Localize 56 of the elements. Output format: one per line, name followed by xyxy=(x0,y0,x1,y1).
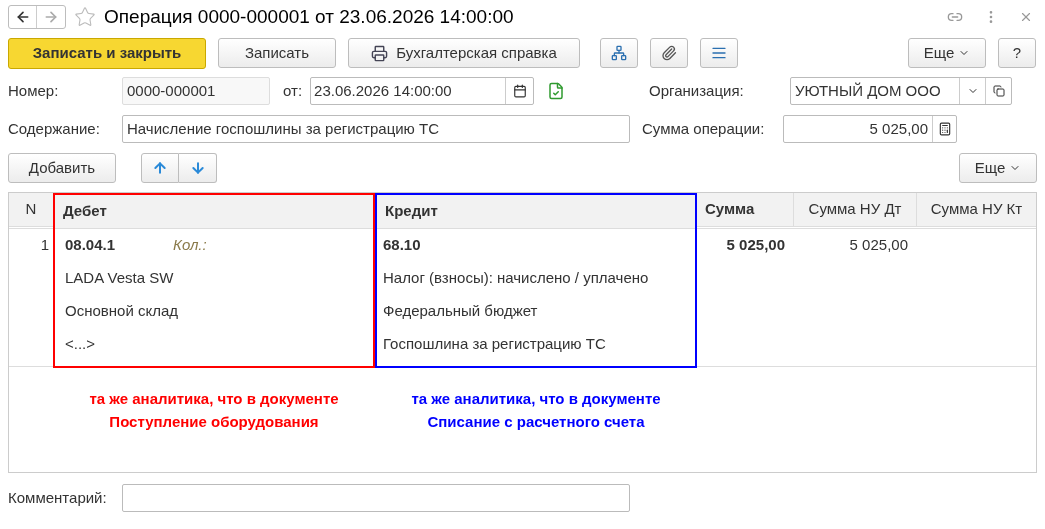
number-field[interactable]: 0000-000001 xyxy=(122,77,270,105)
structure-button[interactable] xyxy=(600,38,638,68)
list-icon xyxy=(711,45,727,61)
move-down-button[interactable] xyxy=(179,153,217,183)
column-header: Кредит xyxy=(377,195,695,229)
credit-analytics: Федеральный бюджет xyxy=(383,301,539,322)
save-button[interactable]: Записать xyxy=(218,38,336,68)
arrow-right-icon xyxy=(43,9,59,25)
debit-account: 08.04.1 xyxy=(65,235,116,256)
attach-button[interactable] xyxy=(650,38,688,68)
paperclip-icon xyxy=(661,45,677,61)
column-header: N xyxy=(9,193,53,227)
comment-label: Комментарий: xyxy=(8,487,108,508)
window-title: Операция 0000-000001 от 23.06.2026 14:00:00 xyxy=(104,4,514,29)
calculator-icon[interactable] xyxy=(937,122,952,136)
date-field[interactable]: 23.06.2026 14:00:00 xyxy=(310,77,535,105)
organization-field[interactable]: УЮТНЫЙ ДОМ ООО xyxy=(790,77,1013,105)
organization-label: Организация: xyxy=(649,80,745,101)
save-and-close-button[interactable]: Записать и закрыть xyxy=(8,37,206,69)
comment-field[interactable] xyxy=(122,484,630,512)
sum-cell-text: 5 025,00 xyxy=(725,235,786,256)
open-icon[interactable] xyxy=(992,85,1005,97)
annotation-text: та же аналитика, что в документе Списание с расчетного счета xyxy=(410,389,662,432)
calendar-icon[interactable] xyxy=(512,84,527,98)
list-button[interactable] xyxy=(700,38,738,68)
content-field[interactable]: Начисление госпошлины за регистрацию ТС xyxy=(122,115,630,143)
debit-analytics: <...> xyxy=(65,334,97,355)
add-button[interactable]: Добавить xyxy=(8,153,116,183)
quantity-label: Кол.: xyxy=(173,235,207,256)
column-header: Сумма xyxy=(697,193,793,227)
operation-sum-field[interactable]: 5 025,00 xyxy=(783,115,957,143)
operation-sum-label: Сумма операции: xyxy=(642,118,766,139)
favorite-star-icon[interactable] xyxy=(74,6,96,28)
accounting-report-button[interactable]: Бухгалтерская справка xyxy=(348,38,580,68)
credit-account: 68.10 xyxy=(383,235,422,256)
annotation-text: та же аналитика, что в документе Поступление оборудования xyxy=(88,389,340,432)
column-header: Дебет xyxy=(55,195,373,229)
date-label: от: xyxy=(283,80,303,101)
credit-analytics: Госпошлина за регистрацию ТС xyxy=(383,334,607,355)
printer-icon xyxy=(371,44,389,62)
close-icon[interactable] xyxy=(1019,10,1033,24)
sum-nu-dt-cell-text: 5 025,00 xyxy=(848,235,909,256)
more-button[interactable]: Еще xyxy=(908,38,986,68)
column-header: Сумма НУ Дт xyxy=(793,193,916,227)
debit-analytics: LADA Vesta SW xyxy=(65,268,175,289)
credit-analytics: Налог (взносы): начислено / уплачено xyxy=(383,268,650,289)
document-check-icon[interactable] xyxy=(547,82,566,100)
table-more-button[interactable]: Еще xyxy=(959,153,1037,183)
move-up-button[interactable] xyxy=(141,153,179,183)
number-label: Номер: xyxy=(8,80,60,101)
structure-icon xyxy=(611,45,627,61)
help-button[interactable]: ? xyxy=(998,38,1036,68)
column-header: Сумма НУ Кт xyxy=(916,193,1036,227)
row-number: 1 xyxy=(39,235,50,256)
debit-analytics: Основной склад xyxy=(65,301,179,322)
content-label: Содержание: xyxy=(8,118,101,139)
